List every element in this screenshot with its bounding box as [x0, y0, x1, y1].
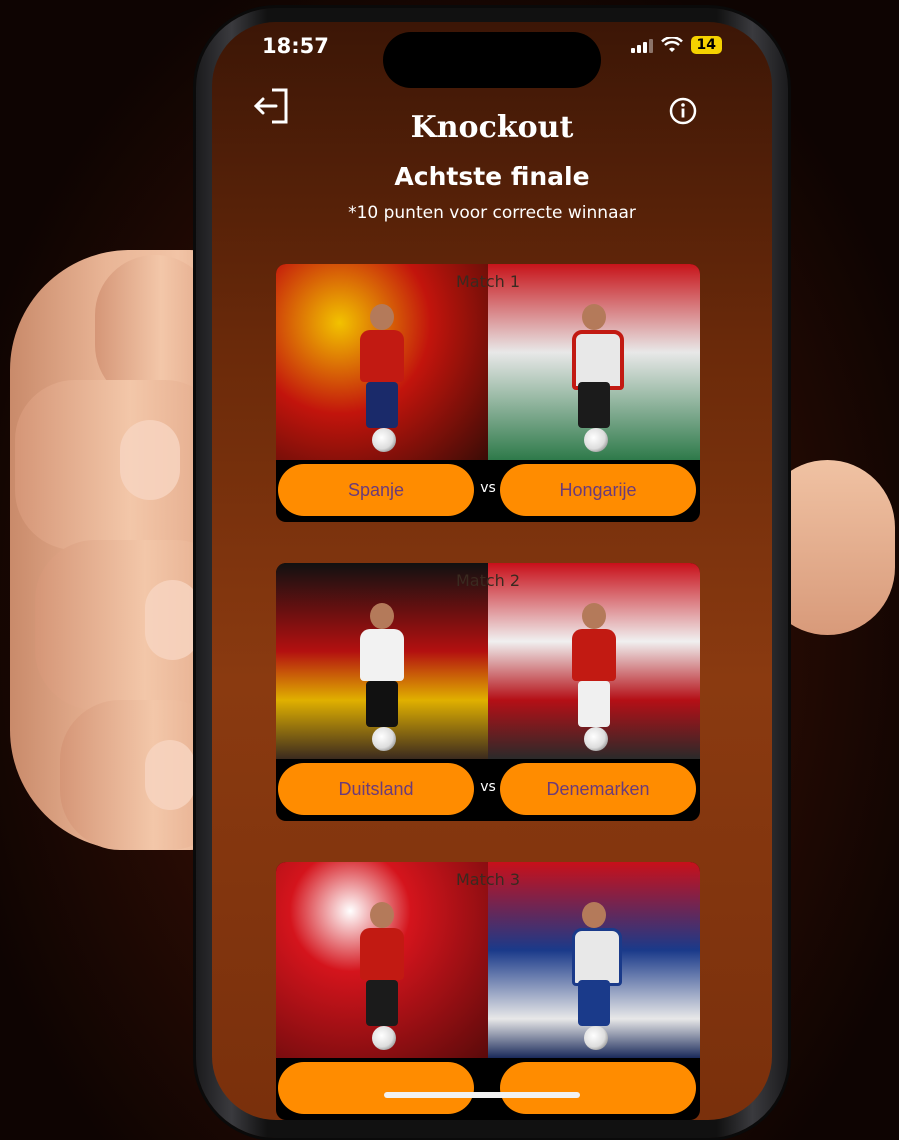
- match-card: Match 3: [276, 862, 700, 1120]
- pick-home-team-button[interactable]: Duitsland: [278, 763, 474, 815]
- pick-away-team-button[interactable]: Denemarken: [500, 763, 696, 815]
- pick-away-team-button[interactable]: [500, 1062, 696, 1114]
- status-time: 18:57: [262, 34, 329, 58]
- battery-badge: 14: [690, 36, 722, 54]
- team-image-serbia: [488, 862, 700, 1058]
- match-card: Match 2 Duitsland vs Denemarken: [276, 563, 700, 821]
- team-image-turkey: [276, 862, 488, 1058]
- hand-finger: [15, 380, 225, 550]
- points-note: *10 punten voor correcte winnaar: [348, 203, 636, 223]
- home-indicator[interactable]: [384, 1092, 580, 1098]
- match-label: Match 2: [455, 571, 521, 590]
- wifi-icon: [660, 37, 683, 52]
- vs-label: vs: [480, 779, 496, 795]
- team-image-hungary: [488, 264, 700, 460]
- team-image-germany: [276, 563, 488, 759]
- signal-icon: [630, 37, 653, 53]
- match-card: Match 1 Spanje vs Hongarije: [276, 264, 700, 522]
- pick-home-team-button[interactable]: [278, 1062, 474, 1114]
- info-icon[interactable]: [668, 96, 698, 126]
- team-image-denmark: [488, 563, 700, 759]
- match-label: Match 1: [455, 272, 521, 291]
- pick-away-team-button[interactable]: Hongarije: [500, 464, 696, 516]
- vs-label: vs: [480, 480, 496, 496]
- status-icons: 14: [630, 36, 722, 54]
- pick-home-team-button[interactable]: Spanje: [278, 464, 474, 516]
- round-title: Achtste finale: [394, 162, 590, 191]
- team-image-spain: [276, 264, 488, 460]
- match-label: Match 3: [455, 870, 521, 889]
- app-screen: 18:57 14 Knockout Achtste finale *10 pun…: [212, 22, 772, 1120]
